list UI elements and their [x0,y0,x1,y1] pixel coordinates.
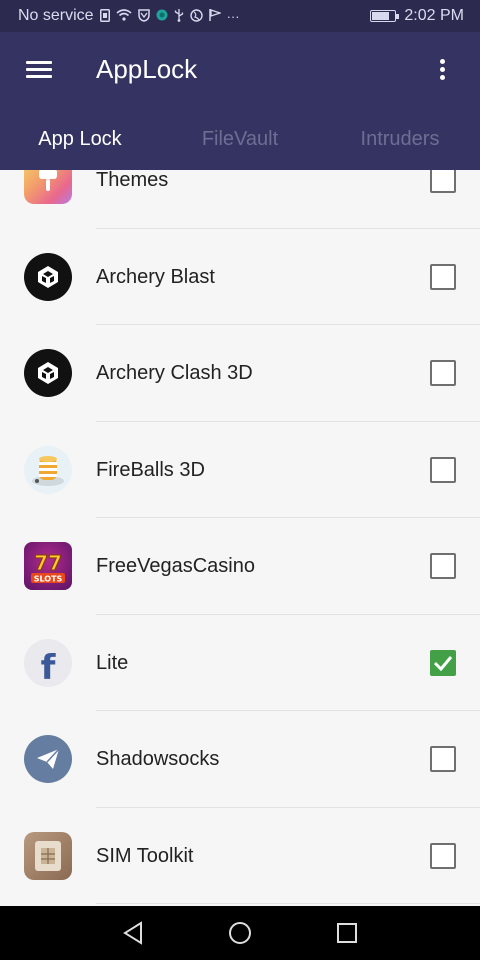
shield-icon [137,8,150,24]
sim-card-icon [24,831,72,880]
toolbar: AppLock [0,32,480,108]
list-item-shadowsocks[interactable]: Shadowsocks [0,711,480,808]
checkmark-icon [433,655,453,671]
app-name: Archery Clash 3D [96,362,253,384]
list-item-lite[interactable]: f Lite [0,615,480,711]
carrier-text: No service [18,7,94,24]
clock: 2:02 PM [404,7,464,24]
app-name: Themes [96,170,169,191]
status-left: No service ··· [18,7,240,25]
more-notifications-icon: ··· [226,8,240,24]
home-icon[interactable] [216,909,264,957]
globe-icon [189,8,203,24]
battery-icon [370,10,400,22]
app-bar: AppLock App Lock FileVault Intruders [0,32,480,170]
list-item-themes[interactable]: Themes [0,170,480,229]
flag-icon [208,9,222,23]
tab-filevault[interactable]: FileVault [160,108,320,170]
lock-checkbox[interactable] [430,553,456,579]
app-notification-icon [156,9,168,23]
lock-checkbox-checked[interactable] [430,649,456,676]
app-name: Archery Blast [96,265,215,288]
paper-plane-icon [24,735,72,783]
hamburger-menu-icon[interactable] [26,60,52,80]
usb-icon [174,8,184,24]
lock-checkbox[interactable] [430,170,456,193]
sim-icon [99,8,110,24]
list-item-sim-toolkit[interactable]: SIM Toolkit [0,808,480,904]
app-name: FreeVegasCasino [96,555,255,577]
unity-icon [24,349,72,397]
lock-checkbox[interactable] [430,746,456,772]
wifi-icon [116,9,132,23]
list-item-archery-clash-3d[interactable]: Archery Clash 3D [0,325,480,422]
lock-checkbox[interactable] [430,263,456,290]
facebook-icon: f [24,638,72,687]
unity-icon [24,252,72,301]
app-name: SIM Toolkit [96,844,194,867]
themes-app-icon [24,170,72,204]
tab-bar: App Lock FileVault Intruders [0,108,480,170]
svg-text:77: 77 [34,551,62,575]
facebook-f-glyph: f [40,647,56,687]
fireballs-app-icon [24,445,72,494]
app-name: FireBalls 3D [96,458,205,481]
list-item-fireballs-3d[interactable]: FireBalls 3D [0,422,480,518]
lock-checkbox[interactable] [430,456,456,483]
more-vert-icon[interactable] [432,56,452,84]
tab-app-lock[interactable]: App Lock [0,108,160,170]
navigation-bar [0,906,480,960]
app-list[interactable]: Themes Archery Blast Archery Clash 3D Fi… [0,170,480,906]
status-right: 2:02 PM [370,7,464,25]
lock-checkbox[interactable] [430,360,456,386]
list-item-freevegascasino[interactable]: 77 SLOTS FreeVegasCasino [0,518,480,615]
slots-app-icon: 77 SLOTS [24,542,72,590]
app-name: Lite [96,651,129,674]
app-name: Shadowsocks [96,748,220,770]
tab-intruders[interactable]: Intruders [320,108,480,170]
app-title: AppLock [96,54,198,84]
slots-icon-text: SLOTS [34,575,63,584]
status-bar: No service ··· 2:02 PM [0,0,480,32]
recents-icon[interactable] [323,909,371,957]
lock-checkbox[interactable] [430,842,456,869]
list-item-archery-blast[interactable]: Archery Blast [0,229,480,325]
back-icon[interactable] [109,909,157,957]
